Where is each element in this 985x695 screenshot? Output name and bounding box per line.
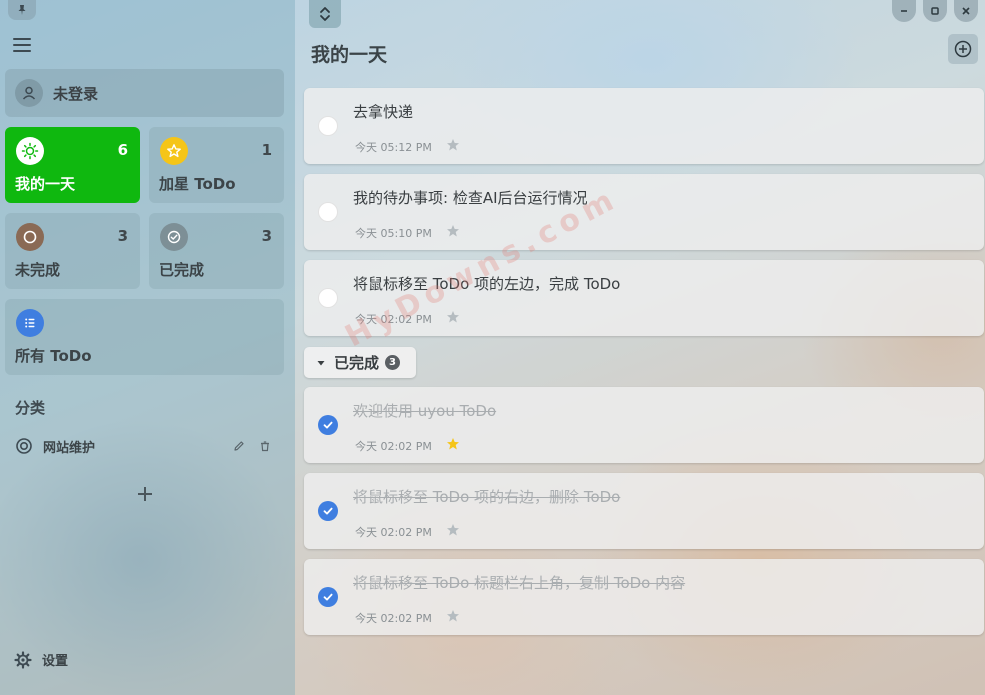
completed-todo-item[interactable]: 将鼠标移至 ToDo 标题栏右上角，复制 ToDo 内容 今天 02:02 PM <box>304 559 984 635</box>
todo-time: 今天 02:02 PM <box>355 612 432 625</box>
tile-count: 3 <box>261 227 272 245</box>
complete-checkbox[interactable] <box>318 116 338 136</box>
add-todo-button[interactable] <box>948 34 978 64</box>
tile-starred[interactable]: 1 加星 ToDo <box>149 127 284 203</box>
tile-count: 1 <box>261 141 272 159</box>
tile-label: 未完成 <box>15 261 61 279</box>
checkmark-icon <box>323 507 333 515</box>
star-icon <box>160 137 188 165</box>
add-category-button[interactable] <box>5 475 284 513</box>
tile-count: 3 <box>117 227 128 245</box>
tile-label: 已完成 <box>159 261 205 279</box>
star-icon[interactable] <box>446 310 460 324</box>
minimize-icon <box>901 10 907 12</box>
completed-section-label: 已完成 <box>334 354 380 372</box>
star-icon[interactable] <box>446 609 460 623</box>
star-icon[interactable] <box>446 224 460 238</box>
gear-icon <box>14 650 32 669</box>
star-icon[interactable] <box>446 523 460 537</box>
category-label: 网站维护 <box>43 440 96 456</box>
chevron-up-down-icon <box>320 7 330 21</box>
todo-item[interactable]: 去拿快递 今天 05:12 PM <box>304 88 984 164</box>
todo-time: 今天 05:12 PM <box>355 141 432 154</box>
tile-label: 我的一天 <box>15 175 76 193</box>
login-label: 未登录 <box>53 84 99 103</box>
tile-count: 6 <box>117 141 128 159</box>
star-icon[interactable] <box>446 138 460 152</box>
checkmark-icon <box>323 421 333 429</box>
target-icon <box>16 438 32 454</box>
pin-icon <box>18 5 26 15</box>
user-icon <box>15 79 43 107</box>
tile-label: 所有 ToDo <box>15 347 92 365</box>
complete-checkbox[interactable] <box>318 202 338 222</box>
close-button[interactable] <box>954 0 978 22</box>
main-panel: 我的一天 去拿快递 今天 05:12 PM 我的待办事项: 检查AI后台运行情况… <box>295 0 985 695</box>
todo-time: 今天 02:02 PM <box>355 440 432 453</box>
todo-time: 今天 05:10 PM <box>355 227 432 240</box>
todo-title: 将鼠标移至 ToDo 项的右边，删除 ToDo <box>353 488 621 506</box>
login-button[interactable]: 未登录 <box>5 69 284 117</box>
complete-checkbox[interactable] <box>318 587 338 607</box>
completed-todo-item[interactable]: 欢迎使用 uyou ToDo 今天 02:02 PM <box>304 387 984 463</box>
todo-title: 将鼠标移至 ToDo 标题栏右上角，复制 ToDo 内容 <box>353 574 686 592</box>
todo-title: 去拿快递 <box>353 103 414 121</box>
sort-button[interactable] <box>309 0 341 28</box>
complete-checkbox[interactable] <box>318 501 338 521</box>
category-section-title: 分类 <box>15 399 46 417</box>
tile-completed[interactable]: 3 已完成 <box>149 213 284 289</box>
tile-incomplete[interactable]: 3 未完成 <box>5 213 140 289</box>
pin-button[interactable] <box>8 0 36 20</box>
list-icon <box>16 309 44 337</box>
maximize-icon <box>931 7 939 15</box>
sidebar: 未登录 6 我的一天 1 加星 ToDo 3 未完成 3 已完成 所有 ToDo… <box>0 0 295 695</box>
checkmark-icon <box>323 593 333 601</box>
todo-item[interactable]: 我的待办事项: 检查AI后台运行情况 今天 05:10 PM <box>304 174 984 250</box>
todo-title: 欢迎使用 uyou ToDo <box>353 402 497 420</box>
todo-title: 我的待办事项: 检查AI后台运行情况 <box>353 189 588 207</box>
circle-icon <box>16 223 44 251</box>
maximize-button[interactable] <box>923 0 947 22</box>
sun-icon <box>16 137 44 165</box>
category-item[interactable]: 网站维护 <box>5 430 284 462</box>
tile-all[interactable]: 所有 ToDo <box>5 299 284 375</box>
complete-checkbox[interactable] <box>318 415 338 435</box>
check-circle-icon <box>160 223 188 251</box>
todo-time: 今天 02:02 PM <box>355 526 432 539</box>
page-title: 我的一天 <box>311 44 388 66</box>
completed-todo-item[interactable]: 将鼠标移至 ToDo 项的右边，删除 ToDo 今天 02:02 PM <box>304 473 984 549</box>
settings-button[interactable]: 设置 <box>14 650 68 669</box>
settings-label: 设置 <box>42 654 69 669</box>
star-icon[interactable] <box>446 437 460 451</box>
plus-circle-icon <box>954 40 972 58</box>
complete-checkbox[interactable] <box>318 288 338 308</box>
menu-icon[interactable] <box>13 38 31 54</box>
edit-icon[interactable] <box>231 438 247 454</box>
caret-down-icon <box>317 360 325 365</box>
completed-count-badge: 3 <box>385 355 401 370</box>
plus-icon <box>137 487 152 501</box>
minimize-button[interactable] <box>892 0 916 22</box>
close-icon <box>962 7 970 15</box>
tile-my-day[interactable]: 6 我的一天 <box>5 127 140 203</box>
trash-icon[interactable] <box>257 438 273 454</box>
tile-label: 加星 ToDo <box>159 175 236 193</box>
